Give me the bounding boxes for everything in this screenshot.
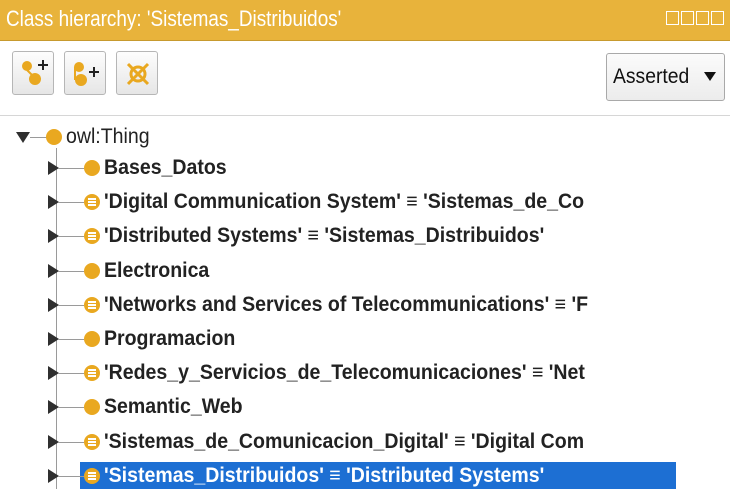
class-node-icon bbox=[46, 129, 62, 145]
float-view-icon[interactable] bbox=[666, 11, 679, 25]
tree-item[interactable]: 'Redes_y_Servicios_de_Telecomunicaciones… bbox=[0, 358, 730, 388]
class-tree: owl:Thing Bases_Datos 'Digital Communicat… bbox=[0, 116, 730, 489]
add-sibling-class-button[interactable] bbox=[64, 51, 106, 95]
add-subclass-button[interactable] bbox=[12, 51, 54, 95]
equivalent-class-icon bbox=[84, 194, 100, 210]
tree-item[interactable]: Programacion bbox=[0, 324, 730, 354]
chevron-down-icon bbox=[704, 72, 716, 81]
equivalent-class-icon bbox=[84, 434, 100, 450]
tree-label: 'Networks and Services of Telecommunicat… bbox=[104, 293, 589, 316]
title-bar: Class hierarchy: 'Sistemas_Distribuidos' bbox=[0, 0, 730, 41]
tree-item[interactable]: 'Sistemas_de_Comunicacion_Digital' ≡ 'Di… bbox=[0, 427, 730, 457]
tree-label: 'Sistemas_Distribuidos' ≡ 'Distributed S… bbox=[104, 464, 545, 487]
tree-label: 'Distributed Systems' ≡ 'Sistemas_Distri… bbox=[104, 224, 545, 247]
window-controls bbox=[666, 11, 724, 25]
delete-class-icon bbox=[126, 62, 150, 86]
tree-connector bbox=[58, 305, 84, 306]
maximize-icon[interactable] bbox=[696, 11, 709, 25]
view-mode-dropdown[interactable]: Asserted bbox=[606, 53, 725, 101]
tree-connector bbox=[58, 168, 84, 169]
equivalent-class-icon bbox=[84, 297, 100, 313]
tree-connector bbox=[58, 476, 84, 477]
tree-connector bbox=[58, 442, 84, 443]
tree-item[interactable]: 'Digital Communication System' ≡ 'Sistem… bbox=[0, 187, 730, 217]
tree-item[interactable]: Semantic_Web bbox=[0, 392, 730, 422]
tree-label: Semantic_Web bbox=[104, 395, 243, 418]
add-subclass-icon bbox=[22, 60, 48, 85]
tree-connector bbox=[58, 339, 84, 340]
class-node-icon bbox=[84, 160, 100, 176]
tree-connector bbox=[58, 236, 84, 237]
tree-item[interactable]: 'Distributed Systems' ≡ 'Sistemas_Distri… bbox=[0, 221, 730, 251]
tree-label: 'Digital Communication System' ≡ 'Sistem… bbox=[104, 190, 585, 213]
add-sibling-class-icon bbox=[74, 62, 99, 86]
tree-label: 'Redes_y_Servicios_de_Telecomunicaciones… bbox=[104, 361, 585, 384]
tree-root-row[interactable]: owl:Thing bbox=[0, 122, 730, 152]
expanded-arrow-icon[interactable] bbox=[16, 132, 30, 143]
tree-item[interactable]: Electronica bbox=[0, 256, 730, 286]
tree-connector bbox=[58, 271, 84, 272]
tree-item[interactable]: 'Sistemas_Distribuidos' ≡ 'Distributed S… bbox=[0, 461, 730, 489]
tree-item[interactable]: 'Networks and Services of Telecommunicat… bbox=[0, 290, 730, 320]
view-mode-selected: Asserted bbox=[613, 65, 690, 88]
class-node-icon bbox=[84, 399, 100, 415]
tree-connector bbox=[58, 202, 84, 203]
delete-class-button[interactable] bbox=[116, 51, 158, 95]
close-view-icon[interactable] bbox=[711, 11, 724, 25]
tree-label-root: owl:Thing bbox=[66, 125, 150, 148]
class-node-icon bbox=[84, 331, 100, 347]
class-node-icon bbox=[84, 263, 100, 279]
tree-item[interactable]: Bases_Datos bbox=[0, 153, 730, 183]
tree-label: Bases_Datos bbox=[104, 156, 227, 179]
split-view-icon[interactable] bbox=[681, 11, 694, 25]
tree-label: 'Sistemas_de_Comunicacion_Digital' ≡ 'Di… bbox=[104, 430, 585, 453]
window-title: Class hierarchy: 'Sistemas_Distribuidos' bbox=[6, 6, 342, 31]
tree-connector bbox=[58, 407, 84, 408]
equivalent-class-icon bbox=[84, 228, 100, 244]
tree-connector bbox=[58, 373, 84, 374]
equivalent-class-icon bbox=[84, 468, 100, 484]
equivalent-class-icon bbox=[84, 365, 100, 381]
tree-label: Electronica bbox=[104, 259, 210, 282]
tree-label: Programacion bbox=[104, 327, 236, 350]
